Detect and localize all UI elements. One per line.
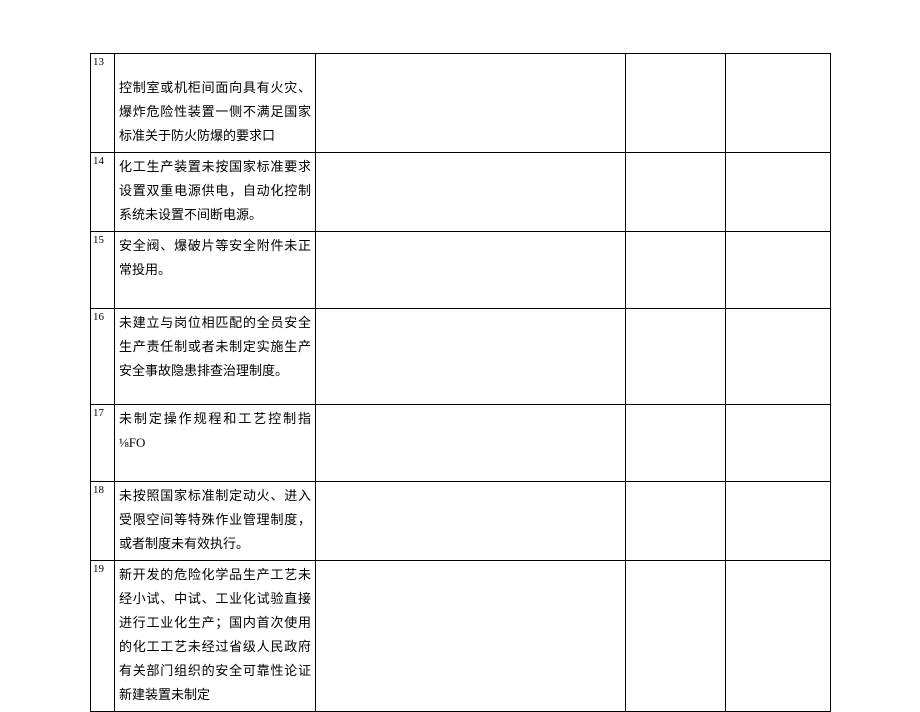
- row-description: 化工生产装置未按国家标准要求设置双重电源供电，自动化控制系统未设置不间断电源。: [115, 153, 316, 232]
- row-number: 13: [91, 54, 115, 153]
- row-col5: [726, 560, 831, 711]
- row-col4: [626, 404, 726, 481]
- row-description: 未建立与岗位相匹配的全员安全生产责任制或者未制定实施生产安全事故隐患排查治理制度…: [115, 309, 316, 404]
- row-number: 14: [91, 153, 115, 232]
- page-container: 13 控制室或机柜间面向具有火灾、爆炸危险性装置一侧不满足国家标准关于防火防爆的…: [0, 0, 920, 712]
- row-col4: [626, 309, 726, 404]
- row-col4: [626, 54, 726, 153]
- table-row: 13 控制室或机柜间面向具有火灾、爆炸危险性装置一侧不满足国家标准关于防火防爆的…: [91, 54, 831, 153]
- row-description: 未按照国家标准制定动火、进入受限空间等特殊作业管理制度，或者制度未有效执行。: [115, 481, 316, 560]
- checklist-table: 13 控制室或机柜间面向具有火灾、爆炸危险性装置一侧不满足国家标准关于防火防爆的…: [90, 53, 831, 712]
- table-row: 16 未建立与岗位相匹配的全员安全生产责任制或者未制定实施生产安全事故隐患排查治…: [91, 309, 831, 404]
- row-col3: [316, 309, 626, 404]
- row-number: 18: [91, 481, 115, 560]
- table-row: 14 化工生产装置未按国家标准要求设置双重电源供电，自动化控制系统未设置不间断电…: [91, 153, 831, 232]
- row-col3: [316, 560, 626, 711]
- table-row: 19 新开发的危险化学品生产工艺未经小试、中试、工业化试验直接进行工业化生产；国…: [91, 560, 831, 711]
- row-col4: [626, 153, 726, 232]
- row-col4: [626, 481, 726, 560]
- row-number: 15: [91, 232, 115, 309]
- row-col3: [316, 153, 626, 232]
- row-col5: [726, 153, 831, 232]
- row-description: 安全阀、爆破片等安全附件未正常投用。: [115, 232, 316, 309]
- row-col3: [316, 481, 626, 560]
- table-row: 18 未按照国家标准制定动火、进入受限空间等特殊作业管理制度，或者制度未有效执行…: [91, 481, 831, 560]
- row-col5: [726, 481, 831, 560]
- table-row: 15 安全阀、爆破片等安全附件未正常投用。: [91, 232, 831, 309]
- row-col4: [626, 232, 726, 309]
- row-number: 16: [91, 309, 115, 404]
- row-description: 新开发的危险化学品生产工艺未经小试、中试、工业化试验直接进行工业化生产；国内首次…: [115, 560, 316, 711]
- row-col4: [626, 560, 726, 711]
- row-col3: [316, 232, 626, 309]
- row-description: 控制室或机柜间面向具有火灾、爆炸危险性装置一侧不满足国家标准关于防火防爆的要求口: [115, 54, 316, 153]
- row-number: 19: [91, 560, 115, 711]
- row-number: 17: [91, 404, 115, 481]
- row-description: 未制定操作规程和工艺控制指⅛FO: [115, 404, 316, 481]
- row-col3: [316, 54, 626, 153]
- row-col5: [726, 404, 831, 481]
- row-col5: [726, 232, 831, 309]
- row-col5: [726, 309, 831, 404]
- row-col5: [726, 54, 831, 153]
- row-col3: [316, 404, 626, 481]
- table-row: 17 未制定操作规程和工艺控制指⅛FO: [91, 404, 831, 481]
